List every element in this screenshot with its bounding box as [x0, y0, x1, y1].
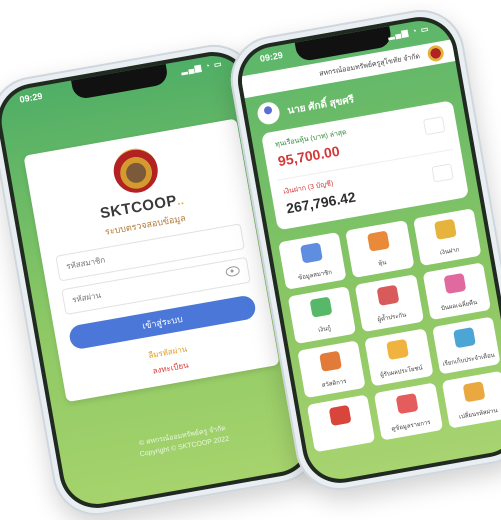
- menu-tile-icon: [443, 272, 467, 295]
- avatar[interactable]: [255, 100, 282, 127]
- menu-tile-label: ข้อมูลสมาชิก: [297, 269, 333, 282]
- menu-tile[interactable]: เงินกู้: [287, 286, 357, 345]
- menu-tile-icon: [367, 230, 390, 252]
- menu-grid: ข้อมูลสมาชิก หุ้น เงินฝากเงินกู้ ผู้ค้ำประก…: [278, 208, 501, 453]
- menu-tile[interactable]: เปลี่ยนรหัสผ่าน: [441, 370, 501, 429]
- menu-tile[interactable]: ข้อมูลสมาชิก: [278, 231, 347, 290]
- menu-tile-label: ดูข้อมูลรายการ: [391, 419, 432, 433]
- menu-tile[interactable]: ปันผลเฉลี่ยคืน: [422, 262, 492, 321]
- menu-tile-icon: [299, 242, 323, 264]
- bank-icon: [431, 163, 454, 183]
- menu-tile-icon: [434, 218, 458, 240]
- status-time: 09:29: [259, 50, 284, 64]
- wallet-icon: [423, 116, 446, 136]
- menu-tile-icon: [376, 284, 400, 306]
- menu-tile[interactable]: เรียกเก็บประจำเดือน: [431, 316, 501, 375]
- menu-tile[interactable]: ผู้ค้ำประกัน: [355, 274, 424, 333]
- coop-logo: [110, 145, 162, 197]
- menu-tile-label: ปันผลเฉลี่ยคืน: [440, 299, 478, 313]
- brand-suffix: ..: [176, 194, 186, 208]
- menu-tile[interactable]: [306, 394, 376, 453]
- login-card: SKTCOOP.. ระบบตรวจสอบข้อมูล เข้าสู่ระบบ …: [23, 118, 280, 403]
- menu-tile[interactable]: หุ้น: [345, 220, 415, 278]
- signal-battery-icon: ▂▄▆ ◔ ▭: [387, 24, 431, 41]
- menu-tile-label: ผู้ค้ำประกัน: [377, 312, 407, 324]
- menu-tile-icon: [386, 338, 409, 361]
- menu-tile-icon: [462, 381, 486, 403]
- menu-tile-icon: [395, 393, 419, 415]
- menu-tile-icon: [309, 296, 333, 318]
- menu-tile-label: หุ้น: [377, 260, 387, 268]
- show-password-icon[interactable]: [224, 265, 241, 278]
- menu-tile-label: เปลี่ยนรหัสผ่าน: [458, 408, 499, 421]
- signal-battery-icon: ▂▄▆ ◔ ▭: [180, 59, 224, 76]
- menu-tile-label: เงินกู้: [317, 325, 332, 334]
- login-footer: © สหกรณ์ออมทรัพย์ครู จำกัด Copyright © S…: [59, 409, 307, 474]
- status-time: 09:29: [18, 90, 44, 105]
- user-name: นาย ศักดิ์ สุขศรี: [286, 94, 355, 117]
- menu-tile-label: สวัสดิการ: [321, 378, 347, 390]
- menu-tile-label: เงินฝาก: [439, 247, 460, 257]
- header-logo-icon: [426, 44, 445, 63]
- menu-tile-label: ผู้รับผลประโยชน์: [379, 365, 424, 379]
- menu-tile-icon: [318, 350, 342, 372]
- menu-tile-icon: [328, 404, 352, 427]
- menu-tile-icon: [453, 327, 477, 349]
- menu-tile-label: [314, 437, 374, 448]
- status-bar: 09:29 ▂▄▆ ◔ ▭: [0, 56, 244, 113]
- menu-tile[interactable]: ดูข้อมูลรายการ: [374, 382, 443, 441]
- menu-tile[interactable]: เงินฝาก: [412, 208, 482, 267]
- menu-tile[interactable]: ผู้รับผลประโยชน์: [364, 328, 434, 387]
- menu-tile[interactable]: สวัสดิการ: [297, 340, 366, 399]
- app-showcase: 09:29 ▂▄▆ ◔ ▭ SKTCOOP.. ระบบตรวจสอบข้อมู…: [0, 0, 501, 520]
- menu-tile-label: เรียกเก็บประจำเดือน: [442, 352, 496, 368]
